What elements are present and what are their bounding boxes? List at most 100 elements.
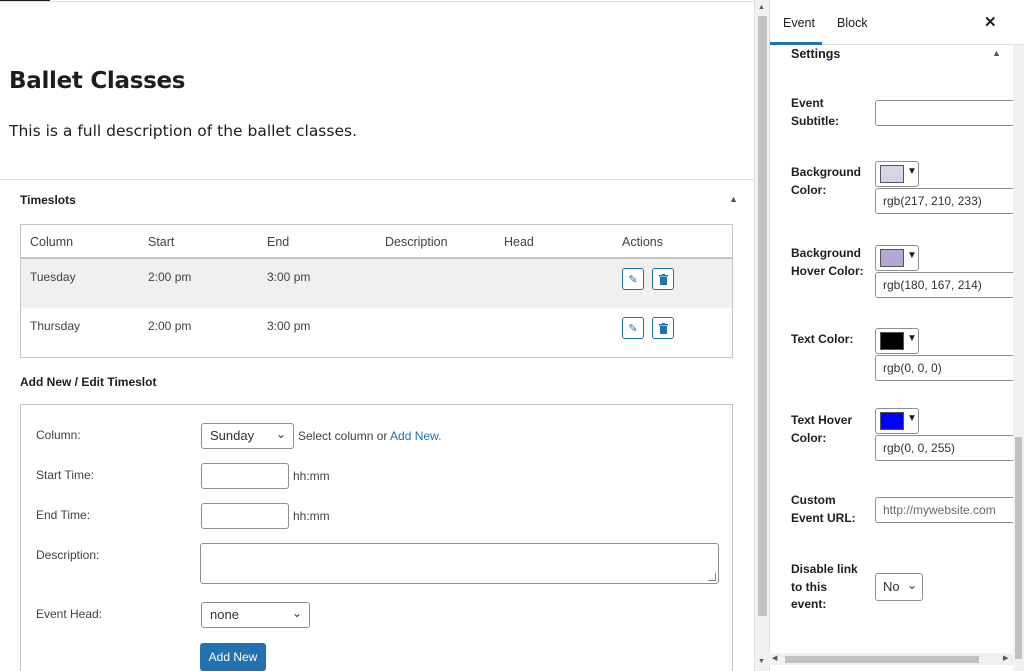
collapse-up-icon[interactable]: ▲: [729, 194, 738, 204]
background-hover-color-picker[interactable]: ▼: [875, 245, 919, 271]
resize-grip-icon[interactable]: [708, 573, 716, 581]
cell-end: 3:00 pm: [267, 319, 311, 333]
metabox-title: Timeslots: [20, 193, 76, 207]
settings-panel-title[interactable]: Settings: [791, 47, 840, 61]
form-title: Add New / Edit Timeslot: [20, 375, 157, 389]
post-title[interactable]: Ballet Classes: [9, 68, 185, 94]
cell-start: 2:00 pm: [148, 319, 192, 333]
background-color-input[interactable]: rgb(217, 210, 233): [875, 188, 1024, 214]
chevron-down-icon: ⌄: [275, 427, 286, 441]
column-select[interactable]: Sunday ⌄: [201, 423, 294, 449]
scrollbar-thumb[interactable]: [785, 656, 979, 663]
end-time-hint: hh:mm: [293, 509, 330, 523]
cell-column: Tuesday: [30, 270, 76, 284]
chevron-down-icon: ⌄: [906, 578, 917, 592]
end-time-label: End Time:: [36, 508, 91, 522]
edit-row-button[interactable]: ✎: [622, 268, 644, 290]
tab-block[interactable]: Block: [837, 16, 868, 30]
custom-event-url-input[interactable]: http://mywebsite.com: [875, 497, 1024, 523]
post-description[interactable]: This is a full description of the ballet…: [9, 122, 357, 140]
trash-icon: [658, 273, 668, 285]
column-hint: Select column or Add New.: [298, 429, 441, 443]
sidebar-tabs: Event Block ✕: [770, 0, 1024, 45]
table-row: Thursday 2:00 pm 3:00 pm ✎: [21, 308, 732, 357]
text-hover-color-picker[interactable]: ▼: [875, 408, 919, 434]
caret-down-icon: ▼: [907, 250, 917, 261]
text-color-label: Text Color:: [791, 332, 854, 346]
color-swatch: [880, 165, 904, 183]
col-header-start: Start: [148, 235, 175, 249]
scroll-right-icon[interactable]: ▶: [1003, 654, 1008, 662]
start-time-label: Start Time:: [36, 468, 95, 482]
chevron-down-icon: ⌄: [291, 606, 302, 620]
color-swatch: [880, 332, 904, 350]
color-swatch: [880, 412, 904, 430]
column-label: Column:: [36, 428, 81, 442]
event-head-value: none: [210, 607, 239, 622]
active-tab-indicator: [770, 42, 822, 45]
end-time-input[interactable]: [201, 503, 289, 529]
add-new-column-link[interactable]: Add New.: [390, 429, 441, 443]
collapse-up-icon[interactable]: ▲: [992, 48, 1001, 58]
delete-row-button[interactable]: [652, 317, 674, 339]
timeslots-metabox: Timeslots ▲ Column Start End Description…: [0, 179, 754, 671]
description-textarea[interactable]: [200, 543, 719, 584]
start-time-input[interactable]: [201, 463, 289, 489]
background-color-label: Background Color:: [791, 165, 862, 197]
pencil-icon: ✎: [628, 273, 638, 286]
cell-start: 2:00 pm: [148, 270, 192, 284]
tab-event[interactable]: Event: [783, 16, 815, 30]
top-divider: [0, 1, 754, 2]
color-swatch: [880, 249, 904, 267]
description-label: Description:: [36, 548, 100, 562]
custom-event-url-label: Custom Event URL:: [791, 493, 856, 525]
cell-end: 3:00 pm: [267, 270, 311, 284]
settings-sidebar: Event Block ✕ Settings ▲ Event Subtitle:…: [769, 0, 1024, 671]
event-subtitle-input[interactable]: [875, 100, 1024, 126]
column-hint-text: Select column or: [298, 429, 388, 443]
scrollbar-thumb[interactable]: [758, 16, 767, 616]
disable-link-select[interactable]: No ⌄: [875, 573, 923, 601]
caret-down-icon: ▼: [907, 333, 917, 344]
column-select-value: Sunday: [210, 428, 255, 443]
scroll-down-icon[interactable]: ▼: [758, 658, 765, 665]
editor-scrollbar[interactable]: ▲ ▼: [754, 0, 769, 671]
event-head-label: Event Head:: [36, 607, 103, 621]
event-subtitle-label: Event Subtitle:: [791, 96, 839, 128]
delete-row-button[interactable]: [652, 268, 674, 290]
editor-canvas: Ballet Classes This is a full descriptio…: [0, 0, 754, 671]
text-color-input[interactable]: rgb(0, 0, 0): [875, 355, 1024, 381]
scrollbar-thumb[interactable]: [1015, 437, 1022, 659]
scroll-left-icon[interactable]: ◀: [772, 654, 777, 662]
close-icon[interactable]: ✕: [984, 13, 997, 31]
background-color-picker[interactable]: ▼: [875, 161, 919, 187]
col-header-description: Description: [385, 235, 448, 249]
timeslots-table: Column Start End Description Head Action…: [20, 224, 733, 358]
text-hover-color-label: Text Hover Color:: [791, 413, 853, 445]
sidebar-scrollbar[interactable]: [1013, 45, 1024, 671]
col-header-head: Head: [504, 235, 534, 249]
cell-column: Thursday: [30, 319, 81, 333]
start-time-hint: hh:mm: [293, 469, 330, 483]
col-header-column: Column: [30, 235, 74, 249]
scroll-up-icon[interactable]: ▲: [758, 4, 765, 11]
trash-icon: [658, 322, 668, 334]
sidebar-horizontal-scrollbar[interactable]: ◀ ▶: [769, 653, 1013, 665]
table-header: Column Start End Description Head Action…: [21, 225, 732, 259]
disable-link-label: Disable link to this event:: [791, 562, 858, 611]
text-hover-color-input[interactable]: rgb(0, 0, 255): [875, 435, 1024, 461]
background-hover-color-label: Background Hover Color:: [791, 246, 864, 278]
caret-down-icon: ▼: [907, 413, 917, 424]
col-header-actions: Actions: [622, 235, 663, 249]
pencil-icon: ✎: [628, 322, 638, 335]
caret-down-icon: ▼: [907, 166, 917, 177]
add-new-button[interactable]: Add New: [200, 643, 266, 671]
edit-row-button[interactable]: ✎: [622, 317, 644, 339]
text-color-picker[interactable]: ▼: [875, 328, 919, 354]
background-hover-color-input[interactable]: rgb(180, 167, 214): [875, 272, 1024, 298]
disable-link-value: No: [883, 579, 900, 594]
timeslot-form: Column: Sunday ⌄ Select column or Add Ne…: [20, 404, 733, 671]
event-head-select[interactable]: none ⌄: [201, 602, 310, 628]
table-row: Tuesday 2:00 pm 3:00 pm ✎: [21, 259, 732, 308]
col-header-end: End: [267, 235, 290, 249]
